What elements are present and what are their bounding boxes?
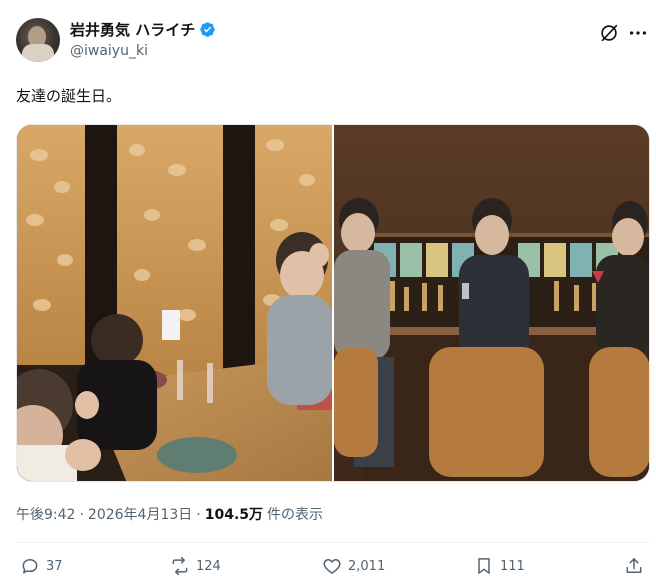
author-display-name[interactable]: 岩井勇気 ハライチ bbox=[70, 19, 195, 40]
meta-separator: · bbox=[196, 507, 201, 523]
views-count: 104.5万 bbox=[204, 507, 264, 523]
reply-button[interactable]: 37 bbox=[20, 556, 63, 576]
repost-count: 124 bbox=[196, 558, 221, 574]
verified-badge-icon bbox=[200, 22, 215, 37]
action-bar: 37 124 2,011 111 bbox=[0, 556, 656, 586]
bookmark-button[interactable]: 111 bbox=[474, 556, 525, 576]
bookmark-icon bbox=[478, 558, 490, 574]
divider bbox=[16, 542, 650, 543]
grok-icon[interactable] bbox=[598, 22, 620, 44]
share-button[interactable] bbox=[624, 556, 644, 576]
tweet-media[interactable] bbox=[16, 124, 650, 482]
views-label: 件の表示 bbox=[267, 507, 324, 523]
like-count: 2,011 bbox=[348, 558, 386, 574]
meta-separator: · bbox=[79, 507, 84, 523]
avatar[interactable] bbox=[16, 18, 60, 62]
repost-button[interactable]: 124 bbox=[170, 556, 221, 576]
tweet-date[interactable]: 2026年4月13日 bbox=[88, 504, 192, 524]
heart-icon bbox=[323, 559, 341, 574]
photo-bar[interactable] bbox=[334, 125, 649, 481]
reply-count: 37 bbox=[46, 558, 63, 574]
tweet-meta: 午後9:42 · 2026年4月13日 · 104.5万 件の表示 bbox=[16, 504, 323, 524]
more-dots-icon[interactable] bbox=[627, 22, 649, 44]
like-button[interactable]: 2,011 bbox=[322, 556, 385, 576]
photo-restaurant-image bbox=[17, 125, 332, 481]
reply-icon bbox=[22, 559, 38, 574]
bookmark-count: 111 bbox=[500, 558, 525, 574]
author-name-row[interactable]: 岩井勇気 ハライチ bbox=[70, 19, 216, 40]
tweet-time[interactable]: 午後9:42 bbox=[16, 504, 75, 524]
share-icon bbox=[626, 558, 642, 573]
tweet-text: 友達の誕生日。 bbox=[16, 87, 122, 105]
repost-icon bbox=[172, 556, 188, 576]
photo-bar-image bbox=[334, 125, 649, 481]
photo-restaurant[interactable] bbox=[17, 125, 332, 481]
author-handle[interactable]: @iwaiyu_ki bbox=[70, 43, 148, 59]
avatar-body bbox=[22, 44, 54, 62]
